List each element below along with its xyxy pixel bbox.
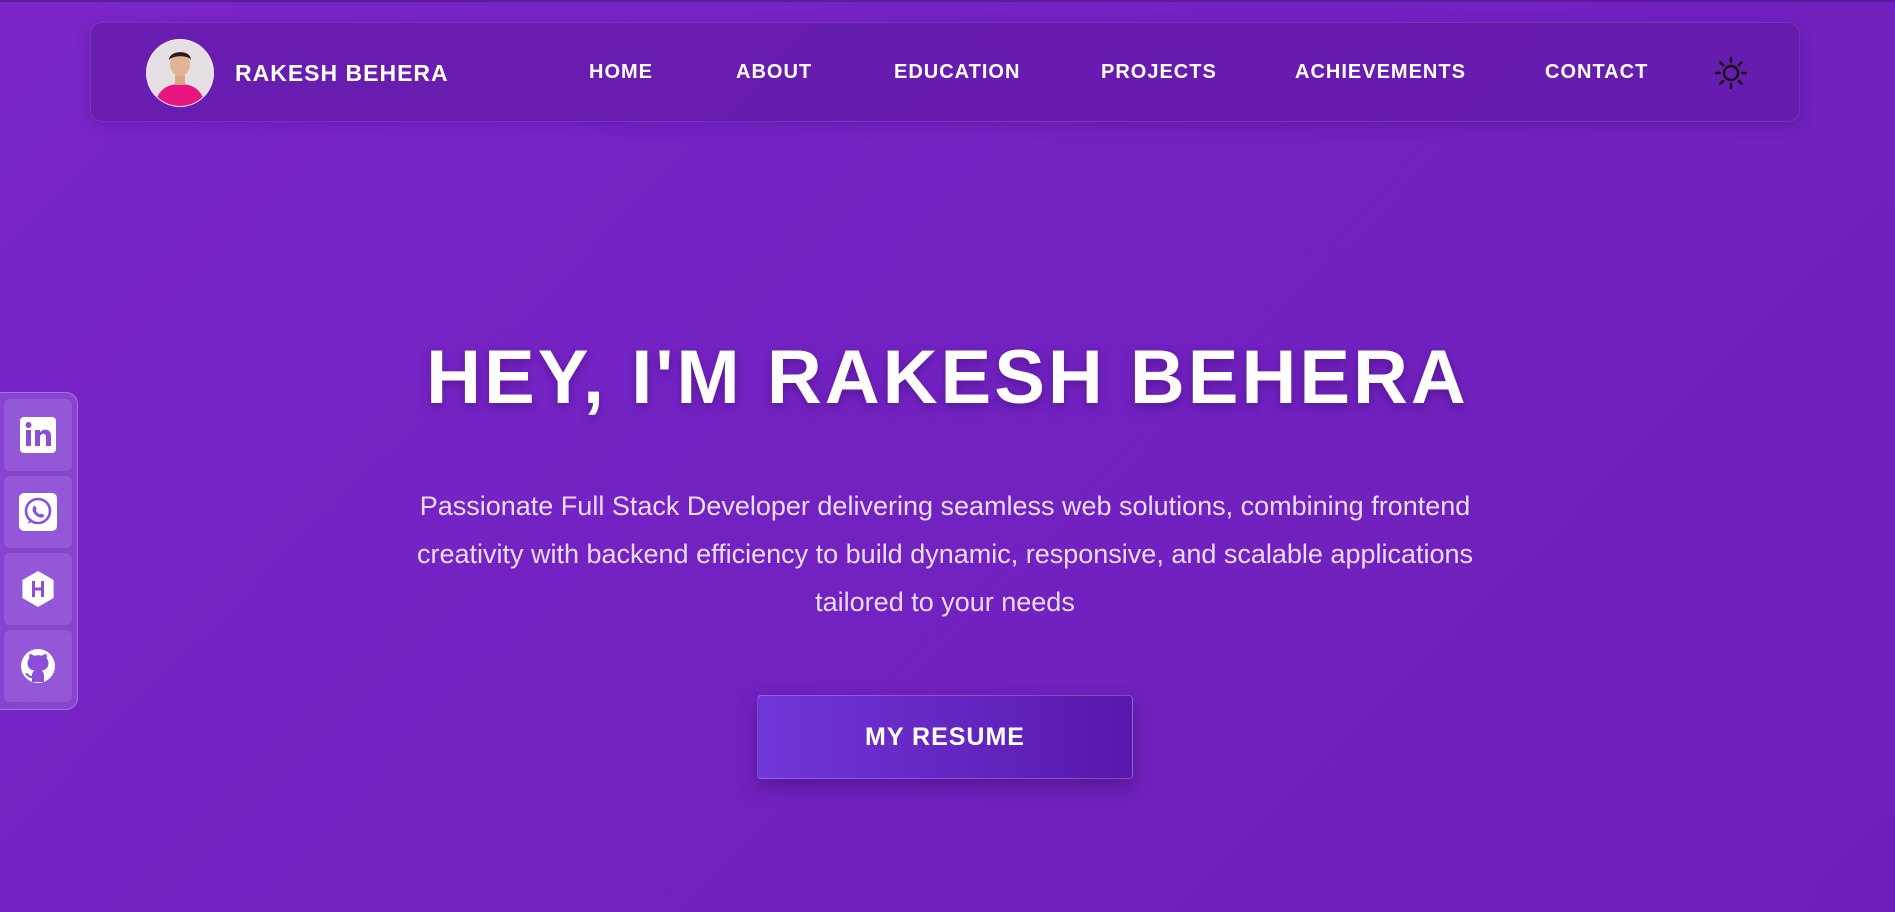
whatsapp-link[interactable] xyxy=(4,476,72,548)
theme-toggle-button[interactable] xyxy=(1711,53,1751,93)
github-link[interactable] xyxy=(4,630,72,702)
nav-projects[interactable]: PROJECTS xyxy=(1101,61,1217,84)
resume-button[interactable]: MY RESUME xyxy=(757,695,1133,779)
navbar: RAKESH BEHERA HOME ABOUT EDUCATION PROJE… xyxy=(90,22,1800,122)
github-icon xyxy=(21,649,55,683)
nav-contact[interactable]: CONTACT xyxy=(1545,61,1648,84)
linkedin-link[interactable] xyxy=(4,399,72,471)
sun-icon xyxy=(1714,56,1748,90)
hashnode-link[interactable] xyxy=(4,553,72,625)
top-border-line xyxy=(0,0,1895,2)
nav-achievements[interactable]: ACHIEVEMENTS xyxy=(1295,61,1466,84)
nav-about[interactable]: ABOUT xyxy=(736,61,812,84)
social-sidebar xyxy=(0,392,78,710)
hero-subtitle: Passionate Full Stack Developer deliveri… xyxy=(416,491,1474,617)
nav-home[interactable]: HOME xyxy=(589,61,653,84)
linkedin-icon xyxy=(20,417,56,453)
hashnode-icon xyxy=(22,571,54,607)
nav-links: HOME ABOUT EDUCATION PROJECTS ACHIEVEMEN… xyxy=(91,23,1799,123)
hero-title: HEY, I'M RAKESH BEHERA xyxy=(426,335,1469,420)
whatsapp-icon xyxy=(19,493,57,531)
nav-education[interactable]: EDUCATION xyxy=(894,61,1020,84)
